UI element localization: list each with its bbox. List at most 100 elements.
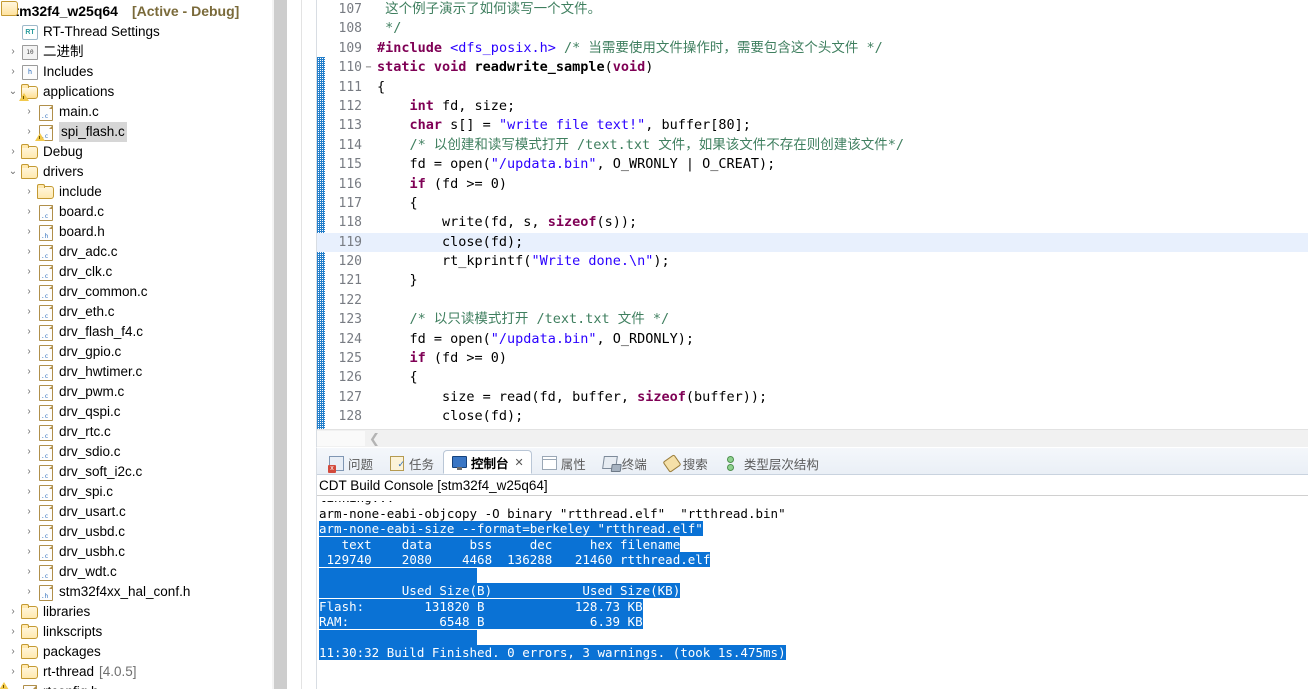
tree-expand-arrow-icon[interactable]: › (22, 422, 36, 442)
tree-expand-arrow-icon[interactable]: › (22, 582, 36, 602)
tree-item-[interactable]: › 10 二进制 (0, 42, 287, 62)
tree-item-applications[interactable]: ⌄ applications (0, 82, 287, 102)
code-line[interactable]: 108 */ (317, 19, 1308, 38)
tree-item-packages[interactable]: › packages (0, 642, 287, 662)
tree-item-drv-qspi-c[interactable]: › .c drv_qspi.c (0, 402, 287, 422)
tree-item-rt-thread[interactable]: › rt-thread [4.0.5] (0, 662, 287, 682)
code-line[interactable]: 121 } (317, 271, 1308, 290)
tree-item-drv-soft-i2c-c[interactable]: › .c drv_soft_i2c.c (0, 462, 287, 482)
tree-expand-arrow-icon[interactable]: › (22, 442, 36, 462)
code-line[interactable]: 109 #include <dfs_posix.h> /* 当需要使用文件操作时，… (317, 39, 1308, 58)
tree-item-linkscripts[interactable]: › linkscripts (0, 622, 287, 642)
code-line[interactable]: 128 close(fd); (317, 407, 1308, 426)
tree-expand-arrow-icon[interactable]: › (22, 382, 36, 402)
project-explorer[interactable]: › stm32f4_w25q64 [Active - Debug] ›RTRT-… (0, 0, 287, 689)
tree-item-include[interactable]: › include (0, 182, 287, 202)
tree-item-drv-pwm-c[interactable]: › .c drv_pwm.c (0, 382, 287, 402)
code-line[interactable]: 123 /* 以只读模式打开 /text.txt 文件 */ (317, 310, 1308, 329)
tree-item-stm32f4xx-hal-conf-h[interactable]: › .h stm32f4xx_hal_conf.h (0, 582, 287, 602)
tree-item-spi-flash-c[interactable]: › .c spi_flash.c (0, 122, 287, 142)
code-line[interactable]: 114 /* 以创建和读写模式打开 /text.txt 文件，如果该文件不存在则… (317, 136, 1308, 155)
code-line[interactable]: 122 (317, 291, 1308, 310)
tree-expand-arrow-icon[interactable]: › (22, 342, 36, 362)
code-line[interactable]: 118 write(fd, s, sizeof(s)); (317, 213, 1308, 232)
tree-expand-arrow-icon[interactable]: › (22, 502, 36, 522)
tree-item-drv-spi-c[interactable]: › .c drv_spi.c (0, 482, 287, 502)
tree-item-drv-common-c[interactable]: › .c drv_common.c (0, 282, 287, 302)
tree-expand-arrow-icon[interactable]: › (6, 662, 20, 682)
project-root-item[interactable]: › stm32f4_w25q64 [Active - Debug] (0, 0, 287, 689)
console-tab-properties[interactable]: 属性 (534, 452, 593, 474)
tree-expand-arrow-icon[interactable]: › (22, 322, 36, 342)
tree-item-drv-flash-f4-c[interactable]: › .c drv_flash_f4.c (0, 322, 287, 342)
tree-expand-arrow-icon[interactable]: › (22, 522, 36, 542)
code-line[interactable]: 110− static void readwrite_sample(void) (317, 58, 1308, 77)
tree-item-libraries[interactable]: › libraries (0, 602, 287, 622)
tree-expand-arrow-icon[interactable]: › (22, 282, 36, 302)
tree-expand-arrow-icon[interactable]: › (22, 362, 36, 382)
console-tab-terminal[interactable]: 终端 (595, 452, 654, 474)
tree-expand-arrow-icon[interactable]: › (22, 202, 36, 222)
tree-item-drv-adc-c[interactable]: › .c drv_adc.c (0, 242, 287, 262)
tree-item-drv-hwtimer-c[interactable]: › .c drv_hwtimer.c (0, 362, 287, 382)
tree-expand-arrow-icon[interactable]: › (6, 62, 20, 82)
code-text-area[interactable]: 107 这个例子演示了如何读写一个文件。 108 */109 #include <d… (317, 0, 1308, 447)
tree-item-drv-eth-c[interactable]: › .c drv_eth.c (0, 302, 287, 322)
fold-toggle-icon[interactable]: − (363, 58, 374, 77)
tree-item-drv-rtc-c[interactable]: › .c drv_rtc.c (0, 422, 287, 442)
tree-item-board-h[interactable]: › .h board.h (0, 222, 287, 242)
tree-item-drv-usbh-c[interactable]: › .c drv_usbh.c (0, 542, 287, 562)
console-tab-search[interactable]: 搜索 (656, 452, 715, 474)
close-icon[interactable]: ✕ (515, 456, 524, 469)
code-line[interactable]: 113 char s[] = "write file text!", buffe… (317, 116, 1308, 135)
tree-item-drv-gpio-c[interactable]: › .c drv_gpio.c (0, 342, 287, 362)
tree-expand-arrow-icon[interactable]: › (22, 562, 36, 582)
tree-expand-arrow-icon[interactable]: › (22, 242, 36, 262)
tree-expand-arrow-icon[interactable]: › (22, 262, 36, 282)
tree-expand-arrow-icon[interactable]: › (22, 102, 36, 122)
code-line[interactable]: 119 close(fd); (317, 232, 1308, 253)
tree-item-drv-usbd-c[interactable]: › .c drv_usbd.c (0, 522, 287, 542)
console-tab-problems[interactable]: 问题 (321, 452, 380, 474)
code-line[interactable]: 127 size = read(fd, buffer, sizeof(buffe… (317, 388, 1308, 407)
tree-item-rt-thread-settings[interactable]: ›RTRT-Thread Settings (0, 22, 287, 42)
code-line[interactable]: 125 if (fd >= 0) (317, 349, 1308, 368)
tree-item-board-c[interactable]: › .c board.c (0, 202, 287, 222)
tree-expand-arrow-icon[interactable]: › (6, 142, 20, 162)
tree-expand-arrow-icon[interactable]: › (22, 222, 36, 242)
tree-item-debug[interactable]: › Debug (0, 142, 287, 162)
console-tab-console[interactable]: 控制台 ✕ (443, 450, 532, 474)
tree-expand-arrow-icon[interactable]: ⌄ (6, 162, 20, 182)
tree-expand-arrow-icon[interactable]: › (22, 182, 36, 202)
code-line[interactable]: 115 fd = open("/updata.bin", O_WRONLY | … (317, 155, 1308, 174)
code-line[interactable]: 120 rt_kprintf("Write done.\n"); (317, 252, 1308, 271)
code-line[interactable]: 107 这个例子演示了如何读写一个文件。 (317, 0, 1308, 19)
tree-item-includes[interactable]: › h Includes (0, 62, 287, 82)
tree-expand-arrow-icon[interactable]: › (22, 122, 36, 142)
code-editor[interactable]: 107 这个例子演示了如何读写一个文件。 108 */109 #include <d… (316, 0, 1308, 447)
code-line[interactable]: 111 { (317, 78, 1308, 97)
explorer-scrollbar[interactable] (272, 0, 287, 689)
explorer-scrollbar-thumb[interactable] (274, 0, 287, 689)
code-line[interactable]: 124 fd = open("/updata.bin", O_RDONLY); (317, 330, 1308, 349)
code-line[interactable]: 126 { (317, 368, 1308, 387)
tree-item-drv-usart-c[interactable]: › .c drv_usart.c (0, 502, 287, 522)
code-line[interactable]: 112 int fd, size; (317, 97, 1308, 116)
console-tab-tasks[interactable]: 任务 (382, 452, 441, 474)
tree-item-drv-clk-c[interactable]: › .c drv_clk.c (0, 262, 287, 282)
tree-expand-arrow-icon[interactable]: › (22, 542, 36, 562)
tree-item-drv-wdt-c[interactable]: › .c drv_wdt.c (0, 562, 287, 582)
code-line[interactable]: 117 { (317, 194, 1308, 213)
code-line[interactable]: 116 if (fd >= 0) (317, 175, 1308, 194)
tree-expand-arrow-icon[interactable]: › (22, 402, 36, 422)
tree-expand-arrow-icon[interactable]: › (22, 482, 36, 502)
tree-expand-arrow-icon[interactable]: › (22, 302, 36, 322)
tree-expand-arrow-icon[interactable]: › (6, 602, 20, 622)
tree-expand-arrow-icon[interactable]: › (6, 642, 20, 662)
project-tree[interactable]: ›RTRT-Thread Settings›10二进制›hIncludes⌄ap… (0, 22, 287, 689)
editor-horizontal-scrollbar[interactable]: ❮ (317, 429, 1308, 447)
scroll-left-chevron-icon[interactable]: ❮ (369, 431, 380, 446)
tree-item-main-c[interactable]: › .c main.c (0, 102, 287, 122)
console-view-tabbar[interactable]: 问题 任务 控制台 ✕ 属性 终端 搜索 类型层次结构 (317, 448, 1308, 475)
tree-item-rtconfig-h[interactable]: ›.hrtconfig.h (0, 682, 287, 689)
